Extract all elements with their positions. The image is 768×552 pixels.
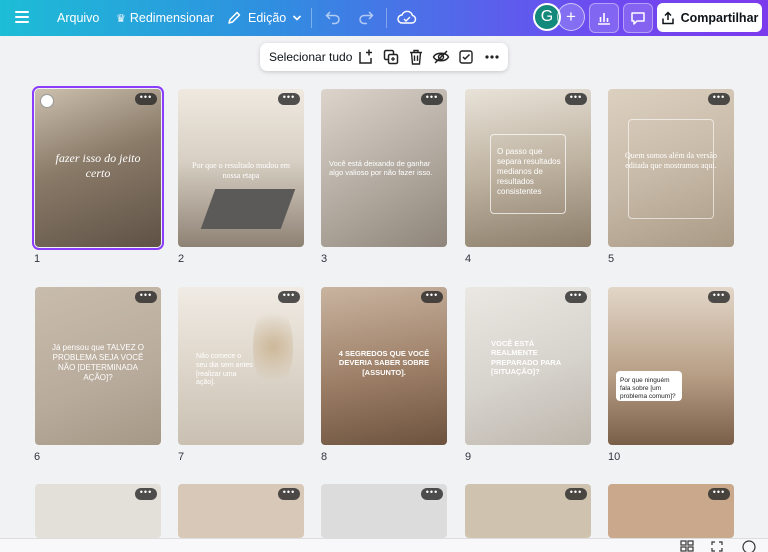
page-number: 1 — [34, 253, 41, 265]
comments-button[interactable] — [623, 3, 653, 33]
page-thumbnail-12[interactable]: ••• — [178, 484, 304, 538]
page-thumbnail-8[interactable]: 4 SEGREDOS QUE VOCÊ DEVERIA SABER SOBRE … — [321, 287, 447, 445]
page-thumbnail-5[interactable]: Quem somos além da versão editada que mo… — [608, 89, 734, 247]
page-thumbnail-14[interactable]: ••• — [465, 484, 591, 538]
page-thumbnail-2[interactable]: Por que o resultado mudou em nossa etapa… — [178, 89, 304, 247]
page-headline: Por que o resultado mudou em nossa etapa — [192, 161, 290, 180]
cloud-saved-icon[interactable] — [396, 7, 418, 27]
page-thumbnail-9[interactable]: VOCÊ ESTÁ REALMENTE PREPARADO PARA [SITU… — [465, 287, 591, 445]
page-headline: 4 SEGREDOS QUE VOCÊ DEVERIA SABER SOBRE … — [338, 349, 430, 377]
page-number: 10 — [608, 451, 621, 463]
page-more-button[interactable]: ••• — [278, 93, 300, 105]
page-background — [608, 287, 734, 445]
share-button[interactable]: Compartilhar — [657, 3, 762, 32]
page-more-button[interactable]: ••• — [278, 291, 300, 303]
page-more-button[interactable]: ••• — [565, 488, 587, 500]
page-headline: fazer isso do jeito certo — [55, 151, 141, 180]
page-number: 5 — [608, 253, 615, 265]
edit-mode-label: Edição — [248, 11, 287, 25]
approve-icon[interactable] — [457, 48, 475, 66]
fullscreen-icon[interactable] — [710, 540, 724, 552]
page-thumbnail-4[interactable]: O passo que separa resultados medianos d… — [465, 89, 591, 247]
more-options-icon[interactable] — [483, 48, 501, 66]
page-headline: Por que ninguém fala sobre [um problema … — [620, 377, 676, 401]
page-more-button[interactable]: ••• — [708, 93, 730, 105]
pampas-decoration — [253, 302, 293, 392]
help-icon[interactable] — [742, 540, 756, 552]
page-number: 2 — [178, 253, 185, 265]
page-more-button[interactable]: ••• — [135, 291, 157, 303]
edit-mode-dropdown[interactable]: Edição — [226, 0, 302, 36]
page-more-button[interactable]: ••• — [708, 488, 730, 500]
laptop-shape — [200, 189, 296, 229]
resize-label: Redimensionar — [129, 11, 214, 25]
page-number: 3 — [321, 253, 328, 265]
page-headline: Já pensou que TALVEZ O PROBLEMA SEJA VOC… — [51, 343, 145, 382]
selection-toolbar: Selecionar tudo — [260, 43, 508, 71]
top-bar: Arquivo ♛ Redimensionar Edição G + Compa… — [0, 0, 768, 36]
pencil-icon — [228, 11, 241, 24]
redo-icon[interactable] — [357, 8, 375, 26]
chevron-down-icon — [293, 15, 302, 21]
page-thumbnail-3[interactable]: Você está deixando de ganhar algo valios… — [321, 89, 447, 247]
page-more-button[interactable]: ••• — [278, 488, 300, 500]
share-icon — [661, 10, 674, 24]
page-headline: VOCÊ ESTÁ REALMENTE PREPARADO PARA [SITU… — [491, 339, 561, 377]
crown-icon: ♛ — [116, 12, 126, 25]
trash-icon[interactable] — [407, 48, 425, 66]
file-menu-button[interactable]: Arquivo — [57, 0, 99, 36]
hide-icon[interactable] — [432, 48, 450, 66]
page-headline: Quem somos além da versão editada que mo… — [625, 151, 717, 170]
page-more-button[interactable]: ••• — [421, 93, 443, 105]
add-page-icon[interactable] — [357, 48, 375, 66]
page-more-button[interactable]: ••• — [135, 93, 157, 105]
add-collaborator-button[interactable]: + — [557, 3, 585, 31]
page-more-button[interactable]: ••• — [708, 291, 730, 303]
page-more-button[interactable]: ••• — [421, 291, 443, 303]
bar-chart-icon — [598, 13, 610, 25]
page-number: 7 — [178, 451, 185, 463]
undo-icon[interactable] — [324, 8, 342, 26]
insights-button[interactable] — [589, 3, 619, 33]
page-thumbnail-11[interactable]: ••• — [35, 484, 161, 538]
page-more-button[interactable]: ••• — [565, 291, 587, 303]
divider — [386, 8, 387, 28]
page-thumbnail-10[interactable]: Por que ninguém fala sobre [um problema … — [608, 287, 734, 445]
page-number: 9 — [465, 451, 472, 463]
page-number: 8 — [321, 451, 328, 463]
page-thumbnail-6[interactable]: Já pensou que TALVEZ O PROBLEMA SEJA VOC… — [35, 287, 161, 445]
duplicate-icon[interactable] — [382, 48, 400, 66]
comment-badge-icon[interactable] — [40, 94, 54, 108]
page-headline: Você está deixando de ganhar algo valios… — [329, 159, 433, 178]
page-thumbnail-1[interactable]: fazer isso do jeito certo ••• — [32, 86, 164, 250]
grid-view-icon[interactable] — [680, 540, 694, 552]
share-label: Compartilhar — [680, 10, 759, 25]
menu-icon[interactable] — [12, 8, 32, 28]
page-more-button[interactable]: ••• — [565, 93, 587, 105]
divider — [311, 8, 312, 28]
page-number: 4 — [465, 253, 472, 265]
page-thumbnail-13[interactable]: ••• — [321, 484, 447, 538]
page-number: 6 — [34, 451, 41, 463]
page-headline: O passo que separa resultados medianos d… — [497, 147, 561, 196]
resize-button[interactable]: ♛ Redimensionar — [116, 0, 214, 36]
page-thumbnail-15[interactable]: ••• — [608, 484, 734, 538]
comment-icon — [631, 12, 645, 25]
select-all-button[interactable]: Selecionar tudo — [269, 50, 352, 64]
page-thumbnail-7[interactable]: Não comece o seu dia sem antes [realizar… — [178, 287, 304, 445]
page-more-button[interactable]: ••• — [135, 488, 157, 500]
bottom-bar — [0, 538, 768, 552]
page-headline: Não comece o seu dia sem antes [realizar… — [196, 353, 253, 387]
page-more-button[interactable]: ••• — [421, 488, 443, 500]
